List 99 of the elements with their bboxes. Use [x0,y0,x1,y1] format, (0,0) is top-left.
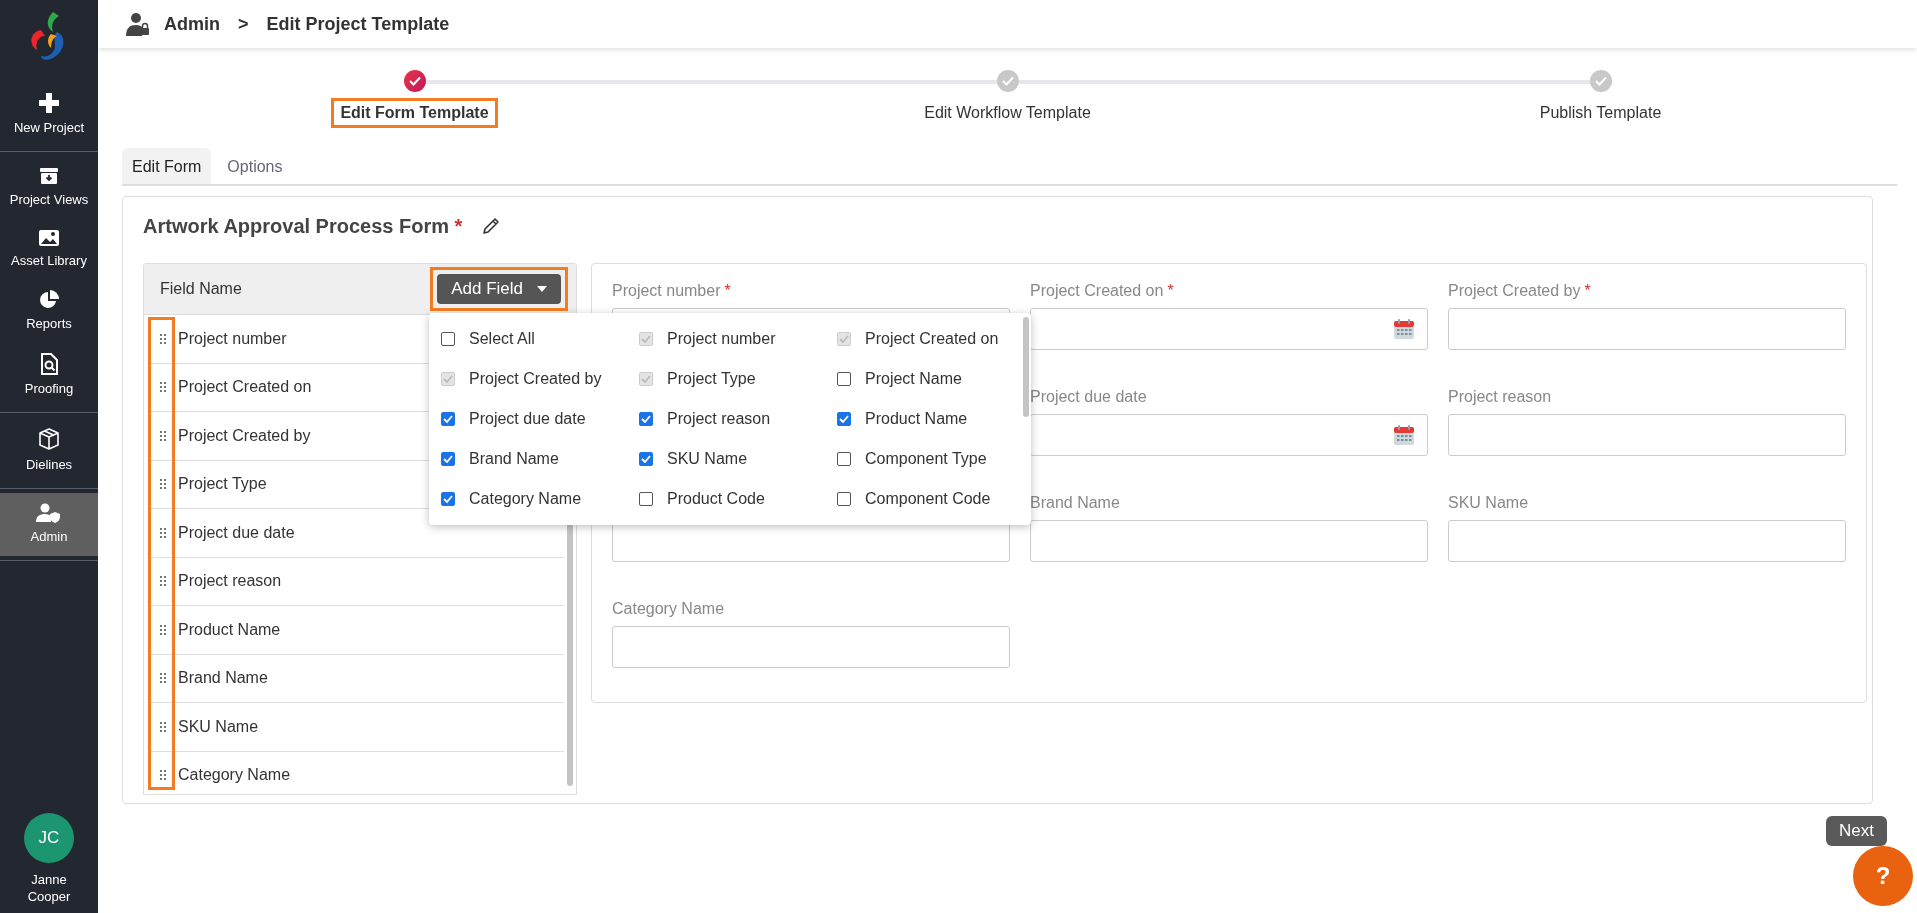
field-name: Project number [178,329,287,348]
checkbox[interactable] [441,332,455,346]
field-name: Product Name [178,620,281,639]
tab[interactable]: Options [217,148,293,184]
dropdown-option[interactable]: Category Name [441,479,639,519]
breadcrumb-link[interactable]: Admin [160,13,224,35]
dropdown-option[interactable]: Project reason [639,399,837,439]
input-field[interactable] [1030,520,1428,562]
add-field-button[interactable]: Add Field [437,274,561,304]
column-header: Field Name [160,280,242,298]
checkbox[interactable] [837,452,851,466]
checkbox[interactable] [639,412,653,426]
scrollbar[interactable] [1023,317,1029,417]
field-label: Project number [612,282,721,299]
checkbox[interactable] [639,452,653,466]
drag-handle-icon[interactable] [160,624,166,635]
pie-chart-icon [39,290,59,310]
image-icon [38,229,60,247]
sidebar-item[interactable]: Dielines [0,417,98,484]
field-name: SKU Name [178,717,259,736]
date-field[interactable] [1030,308,1428,350]
sidebar-item[interactable]: Proofing [0,343,98,408]
next-button[interactable]: Next [1826,816,1887,846]
field-label: Project Created by [1448,282,1581,299]
field-name: Brand Name [178,669,268,688]
form-title: Artwork Approval Process Form * [143,214,463,238]
user-name: Janne Cooper [26,871,72,905]
drag-handle-icon[interactable] [160,382,166,393]
field-label: Brand Name [1030,494,1120,511]
sidebar-item[interactable]: Project Views [0,156,98,219]
dropdown-option[interactable]: Select All [441,319,639,359]
user-shield-icon [36,503,62,523]
field-name: Project due date [178,523,295,542]
archive-box-icon [39,166,59,186]
dropdown-option[interactable]: Project due date [441,399,639,439]
field-name: Project Created on [178,378,312,397]
plus-icon [38,92,60,114]
drag-handle-icon[interactable] [160,527,166,538]
field-label: Category Name [612,600,725,617]
dropdown-option[interactable]: Component Code [837,479,1027,519]
input-field[interactable] [1448,414,1846,456]
field-label: Project due date [1030,388,1147,405]
calendar-icon [1393,318,1415,340]
dropdown-option: Project Type [639,359,837,399]
step-label[interactable]: Publish Template [1530,98,1671,128]
user-lock-icon [126,12,150,36]
required-asterisk: * [1584,282,1591,299]
step-label[interactable]: Edit Form Template [331,98,498,128]
dropdown-option[interactable]: Project Name [837,359,1027,399]
breadcrumb-separator: > [237,13,250,35]
checkbox[interactable] [837,372,851,386]
required-asterisk: * [1167,282,1174,299]
drag-handle-icon[interactable] [160,430,166,441]
pencil-icon[interactable] [482,217,501,235]
field-label: Project reason [1448,388,1552,405]
input-field[interactable] [612,626,1010,668]
sidebar-item[interactable]: Reports [0,280,98,343]
drag-handle-icon[interactable] [160,479,166,490]
field-label: SKU Name [1448,494,1529,511]
required-asterisk: * [454,214,463,237]
field-name: Project reason [178,572,282,591]
drag-handle-icon[interactable] [160,673,166,684]
document-magnifier-icon [40,353,58,375]
checkbox[interactable] [441,412,455,426]
step-label[interactable]: Edit Workflow Template [915,98,1100,128]
caret-icon [537,286,547,292]
dropdown-option: Project number [639,319,837,359]
tab[interactable]: Edit Form [122,148,212,184]
sidebar-item[interactable]: Asset Library [0,219,98,280]
dropdown-option: Project Created on [837,319,1027,359]
calendar-icon [1393,424,1415,446]
drag-handle-icon[interactable] [160,333,166,344]
date-field[interactable] [1030,414,1428,456]
field-name: Category Name [178,766,291,785]
page-title: Edit Project Template [265,13,451,35]
sidebar-item[interactable]: New Project [0,82,98,147]
dropdown-option[interactable]: Product Code [639,479,837,519]
drag-handle-icon[interactable] [160,770,166,781]
field-name: Project Created by [178,426,311,445]
checkbox[interactable] [837,492,851,506]
checkbox[interactable] [441,492,455,506]
user-avatar[interactable]: JC [24,813,74,863]
drag-handle-icon[interactable] [160,721,166,732]
input-field[interactable] [1448,308,1846,350]
box-icon [37,427,61,451]
checkbox[interactable] [837,412,851,426]
required-asterisk: * [724,282,731,299]
dropdown-option[interactable]: SKU Name [639,439,837,479]
input-field[interactable] [1448,520,1846,562]
dropdown-option[interactable]: Component Type [837,439,1027,479]
drag-handle-icon[interactable] [160,576,166,587]
checkbox[interactable] [639,492,653,506]
dropdown-option[interactable]: Brand Name [441,439,639,479]
field-label: Project Created on [1030,282,1164,299]
field-name: Project Type [178,475,267,494]
sidebar-item[interactable]: Admin [0,493,98,556]
dropdown-option[interactable]: Product Name [837,399,1027,439]
dropdown-option: Project Created by [441,359,639,399]
checkbox[interactable] [441,452,455,466]
